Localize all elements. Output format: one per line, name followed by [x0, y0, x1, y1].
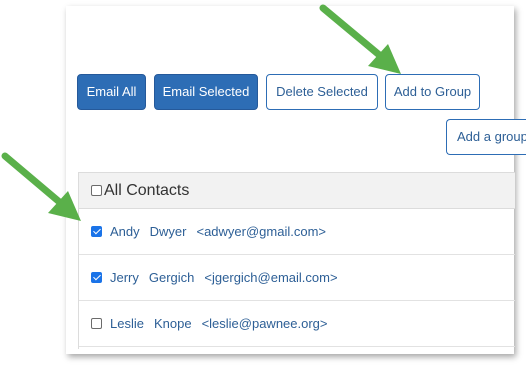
all-contacts-label: All Contacts: [104, 181, 190, 199]
add-a-group-button[interactable]: Add a group: [446, 119, 526, 155]
contacts-list-header: All Contacts: [79, 173, 515, 209]
contact-row[interactable]: Leslie Knope <leslie@pawnee.org>: [79, 301, 515, 347]
contact-last-name[interactable]: Knope: [154, 316, 192, 331]
contact-row[interactable]: Jerry Gergich <jgergich@email.com>: [79, 255, 515, 301]
contact-checkbox[interactable]: [91, 226, 102, 237]
contact-first-name[interactable]: Jerry: [110, 270, 139, 285]
add-to-group-button[interactable]: Add to Group: [385, 74, 480, 110]
contact-first-name[interactable]: Leslie: [110, 316, 144, 331]
screenshot-canvas: Email All Email Selected Delete Selected…: [0, 0, 528, 370]
delete-selected-button[interactable]: Delete Selected: [266, 74, 378, 110]
contact-row[interactable]: Andy Dwyer <adwyer@gmail.com>: [79, 209, 515, 255]
contacts-list: All Contacts Andy Dwyer <adwyer@gmail.co…: [78, 172, 515, 349]
contact-last-name[interactable]: Gergich: [149, 270, 195, 285]
contact-first-name[interactable]: Andy: [110, 224, 140, 239]
contact-email[interactable]: <adwyer@gmail.com>: [196, 224, 326, 239]
contact-checkbox[interactable]: [91, 318, 102, 329]
email-selected-button[interactable]: Email Selected: [154, 74, 258, 110]
select-all-checkbox[interactable]: [91, 185, 102, 196]
email-all-button[interactable]: Email All: [77, 74, 146, 110]
contact-checkbox[interactable]: [91, 272, 102, 283]
contact-last-name[interactable]: Dwyer: [150, 224, 187, 239]
contact-email[interactable]: <leslie@pawnee.org>: [202, 316, 328, 331]
contact-email[interactable]: <jgergich@email.com>: [204, 270, 337, 285]
